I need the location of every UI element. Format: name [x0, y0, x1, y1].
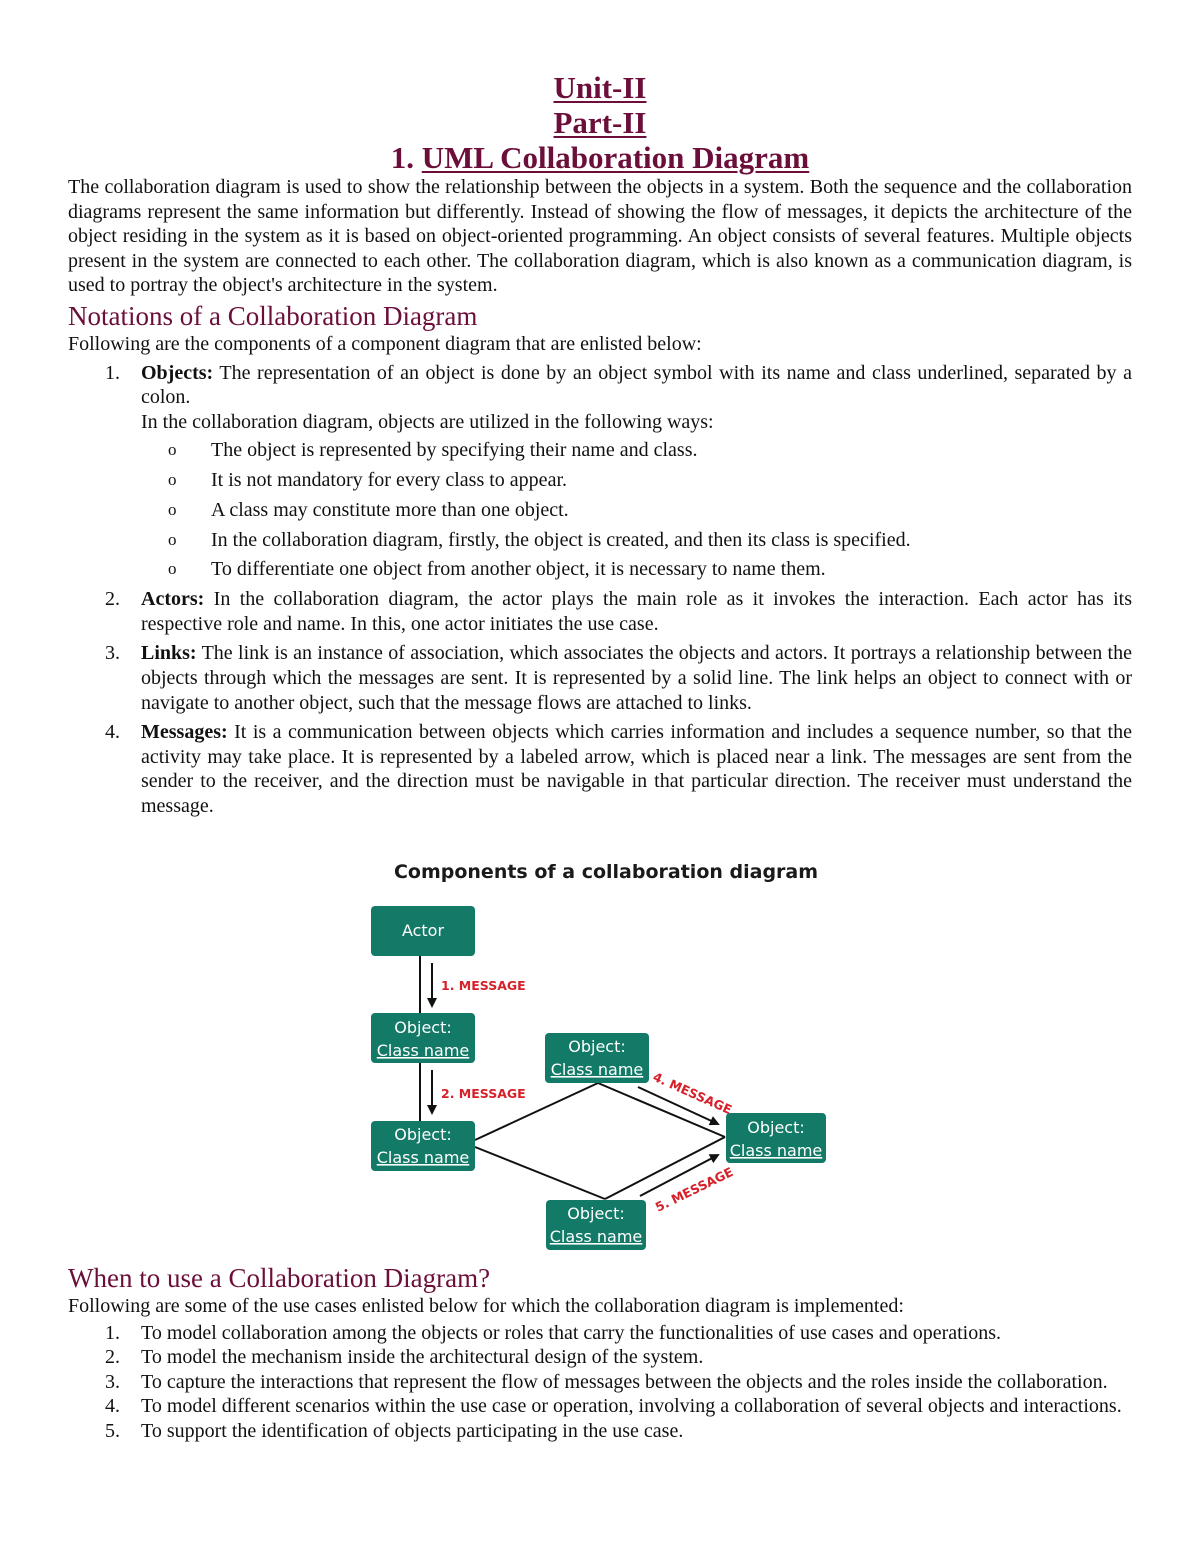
message-arrow-4 — [637, 1086, 720, 1126]
svg-text:Object:: Object: — [394, 1018, 452, 1037]
circle-bullet-icon: o — [168, 499, 177, 519]
message-arrows — [427, 963, 720, 1197]
message-label-1: 1. MESSAGE — [441, 978, 526, 993]
use-item: 4. To model different scenarios within th… — [105, 1395, 1122, 1418]
figure-title: Components of a collaboration diagram — [394, 861, 818, 883]
link-object-bottom-object-right — [604, 1136, 726, 1200]
bullet-item: o To differentiate one object from anothe… — [168, 558, 826, 581]
svg-text:Object:: Object: — [567, 1204, 625, 1223]
links — [419, 955, 726, 1200]
object-box: Object: Class name — [371, 1121, 475, 1171]
use-item: 2. To model the mechanism inside the arch… — [105, 1346, 704, 1369]
svg-text:Class name: Class name — [377, 1041, 470, 1060]
term: Objects: — [141, 361, 214, 384]
uses-heading: When to use a Collaboration Diagram? — [68, 1263, 491, 1293]
object-box: Object: Class name — [545, 1033, 649, 1083]
term: Messages: — [141, 721, 228, 744]
circle-bullet-icon: o — [168, 440, 177, 460]
object-box: Object: Class name — [371, 1013, 475, 1063]
svg-text:Class name: Class name — [730, 1141, 823, 1160]
objects-extra: In the collaboration diagram, objects ar… — [141, 410, 714, 433]
use-item: 5. To support the identification of objec… — [105, 1419, 684, 1442]
section-title: 1. UML Collaboration Diagram — [68, 140, 1132, 175]
document-page: Unit-II Part-II 1. UML Collaboration Dia… — [68, 70, 1132, 824]
circle-bullet-icon: o — [168, 559, 177, 579]
circle-bullet-icon: o — [168, 470, 177, 490]
link-object2-object-top — [474, 1082, 599, 1141]
notations-list: 1. Objects: The representation of an obj… — [68, 361, 1132, 819]
svg-text:Object:: Object: — [747, 1118, 805, 1137]
term: Links: — [141, 642, 197, 665]
message-arrow-5 — [639, 1154, 720, 1197]
notation-item-messages: 4. Messages: It is a communication betwe… — [105, 721, 1132, 817]
term: Actors: — [141, 588, 205, 611]
uses-lead: Following are some of the use cases enli… — [68, 1295, 904, 1317]
section-title-text: UML Collaboration Diagram — [421, 140, 810, 175]
message-label-4: 4. MESSAGE — [651, 1069, 734, 1117]
objects-bullets: o The object is represented by specifying… — [141, 438, 1132, 582]
svg-text:Class name: Class name — [377, 1148, 470, 1167]
circle-bullet-icon: o — [168, 529, 177, 549]
message-label-5: 5. MESSAGE — [653, 1164, 736, 1215]
notations-lead: Following are the components of a compon… — [68, 332, 702, 355]
uses-section: When to use a Collaboration Diagram? Fol… — [68, 1260, 1132, 1444]
bullet-item: o The object is represented by specifying… — [168, 439, 698, 462]
object-box: Object: Class name — [726, 1113, 826, 1163]
bullet-item: o In the collaboration diagram, firstly, … — [168, 528, 911, 551]
message-label-2: 2. MESSAGE — [441, 1086, 526, 1101]
svg-text:Class name: Class name — [550, 1227, 643, 1246]
object-box: Object: Class name — [546, 1200, 646, 1250]
notations-heading: Notations of a Collaboration Diagram — [68, 300, 478, 331]
actor-label: Actor — [402, 921, 445, 940]
link-object-top-object-right — [597, 1082, 726, 1138]
svg-text:Object:: Object: — [394, 1125, 452, 1144]
bullet-item: o It is not mandatory for every class to … — [168, 469, 567, 492]
notation-item-objects: 1. Objects: The representation of an obj… — [105, 361, 1132, 582]
use-item: 3. To capture the interactions that repre… — [105, 1370, 1108, 1393]
bullet-item: oA class may constitute more than one ob… — [168, 498, 569, 521]
svg-text:Object:: Object: — [568, 1037, 626, 1056]
unit-title: Unit-II — [553, 70, 647, 105]
use-item: 1. To model collaboration among the objec… — [105, 1321, 1001, 1344]
intro-paragraph: The collaboration diagram is used to sho… — [68, 176, 1132, 297]
section-number: 1. — [390, 140, 414, 175]
uses-list: 1. To model collaboration among the objec… — [68, 1321, 1132, 1444]
part-title: Part-II — [553, 105, 647, 140]
link-object2-object-bottom — [474, 1146, 606, 1200]
notation-item-actors: 2. Actors: In the collaboration diagram,… — [105, 588, 1132, 635]
actor-box: Actor — [371, 906, 475, 956]
notation-item-links: 3. Links: The link is an instance of ass… — [105, 642, 1132, 714]
svg-text:Class name: Class name — [551, 1060, 644, 1079]
